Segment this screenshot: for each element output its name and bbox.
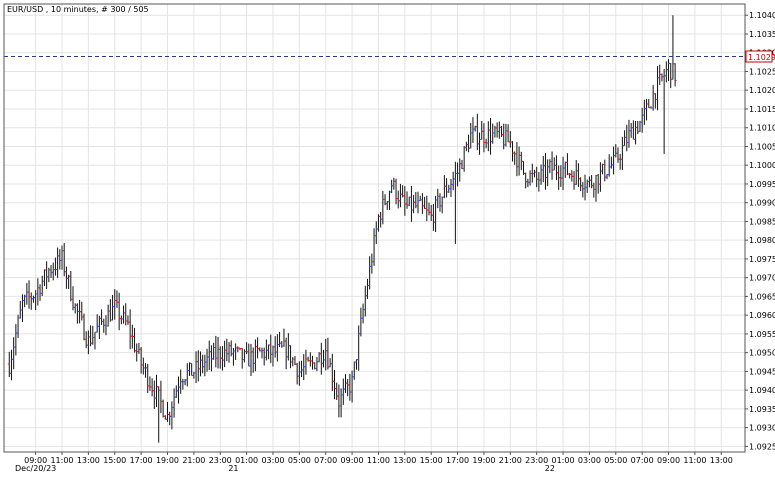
y-tick-label: 1.0985 bbox=[749, 217, 775, 226]
y-tick-label: 1.0965 bbox=[749, 292, 775, 301]
x-tick-label: 11:00 bbox=[683, 456, 706, 465]
date-label: Dec/20/23 bbox=[15, 464, 56, 473]
chart-background bbox=[0, 0, 775, 473]
y-tick-label: 1.0935 bbox=[749, 405, 775, 414]
y-tick-label: 1.1010 bbox=[749, 124, 775, 133]
x-tick-label: 13:00 bbox=[710, 456, 733, 465]
x-tick-label: 17:00 bbox=[446, 456, 469, 465]
y-tick-label: 1.1000 bbox=[749, 161, 775, 170]
x-tick-label: 21:00 bbox=[499, 456, 522, 465]
x-tick-label: 15:00 bbox=[103, 456, 126, 465]
x-tick-label: 05:00 bbox=[288, 456, 311, 465]
x-tick-label: 05:00 bbox=[604, 456, 627, 465]
y-tick-label: 1.0940 bbox=[749, 386, 775, 395]
y-tick-label: 1.0955 bbox=[749, 330, 775, 339]
x-tick-label: 03:00 bbox=[578, 456, 601, 465]
x-tick-label: 17:00 bbox=[130, 456, 153, 465]
y-tick-label: 1.1035 bbox=[749, 30, 775, 39]
y-tick-label: 1.1005 bbox=[749, 142, 775, 151]
y-tick-label: 1.0930 bbox=[749, 424, 775, 433]
y-tick-label: 1.1020 bbox=[749, 86, 775, 95]
x-tick-label: 21:00 bbox=[182, 456, 205, 465]
x-tick-label: 07:00 bbox=[314, 456, 337, 465]
y-tick-label: 1.0950 bbox=[749, 349, 775, 358]
x-tick-label: 07:00 bbox=[631, 456, 654, 465]
y-tick-label: 1.0975 bbox=[749, 255, 775, 264]
x-tick-label: 01:00 bbox=[552, 456, 575, 465]
chart-title: EUR/USD , 10 minutes, # 300 / 505 bbox=[7, 5, 149, 14]
x-tick-label: 11:00 bbox=[367, 456, 390, 465]
chart-container: 1.0925 1.0930 1.0935 1.0940 1.0945 1.0950 1.09… bbox=[0, 0, 775, 473]
y-tick-label: 1.1015 bbox=[749, 105, 775, 114]
x-tick-label: 19:00 bbox=[472, 456, 495, 465]
y-tick-label: 1.0980 bbox=[749, 236, 775, 245]
y-tick-label: 1.0995 bbox=[749, 180, 775, 189]
y-tick-label: 1.0945 bbox=[749, 367, 775, 376]
y-tick-label: 1.0960 bbox=[749, 311, 775, 320]
current-price-label: 1.1029 bbox=[748, 53, 775, 62]
y-tick-label: 1.0925 bbox=[749, 442, 775, 451]
x-tick-label: 19:00 bbox=[156, 456, 179, 465]
x-tick-label: 15:00 bbox=[420, 456, 443, 465]
y-tick-label: 1.0990 bbox=[749, 199, 775, 208]
x-tick-label: 03:00 bbox=[261, 456, 284, 465]
y-tick-label: 1.1040 bbox=[749, 11, 775, 20]
y-tick-label: 1.0970 bbox=[749, 274, 775, 283]
x-tick-label: 01:00 bbox=[235, 456, 258, 465]
y-tick-label: 1.1025 bbox=[749, 67, 775, 76]
x-tick-label: 09:00 bbox=[657, 456, 680, 465]
date-label: 22 bbox=[545, 464, 555, 473]
x-tick-label: 09:00 bbox=[341, 456, 364, 465]
x-tick-label: 13:00 bbox=[393, 456, 416, 465]
x-tick-label: 13:00 bbox=[77, 456, 100, 465]
date-label: 21 bbox=[228, 464, 238, 473]
ohlc-chart: 1.0925 1.0930 1.0935 1.0940 1.0945 1.0950 1.09… bbox=[0, 0, 775, 473]
